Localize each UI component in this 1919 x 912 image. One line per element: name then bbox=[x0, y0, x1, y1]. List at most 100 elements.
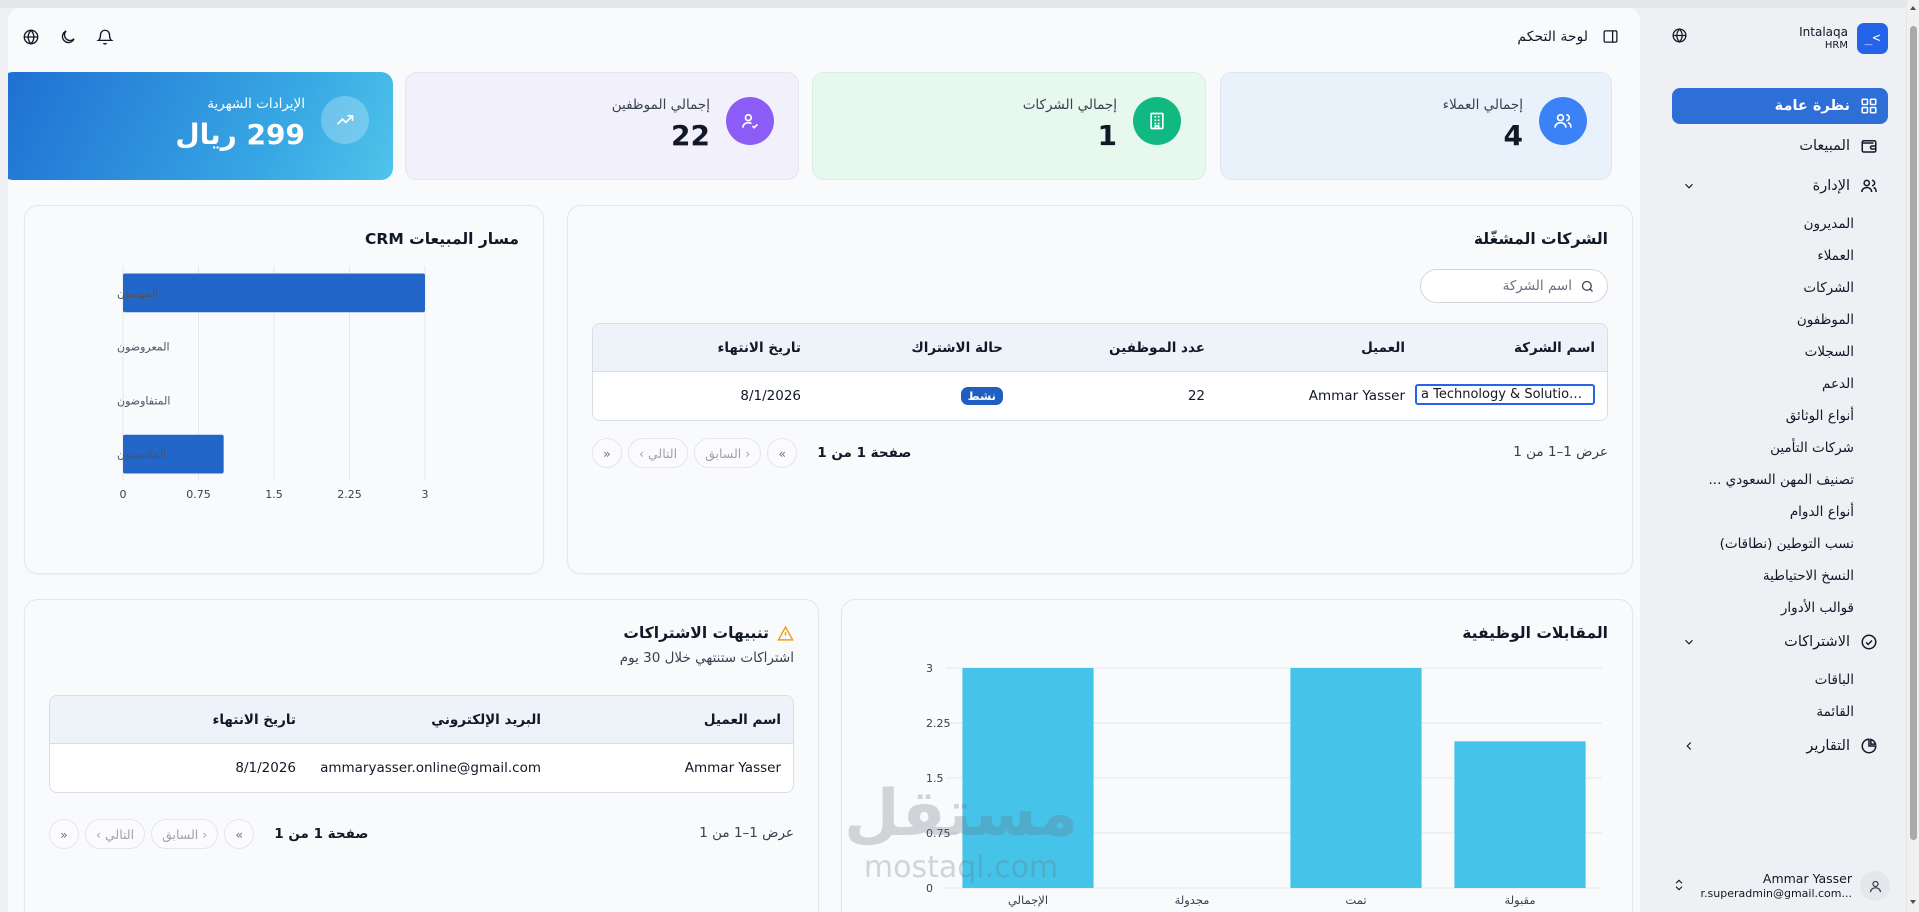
stat-value: 299 ريال bbox=[175, 118, 305, 151]
sidebar-item-work-types[interactable]: أنواع الدوام bbox=[1672, 496, 1888, 528]
chevron-down-icon[interactable] bbox=[1682, 168, 1696, 204]
status-cell: نشط bbox=[813, 387, 1015, 405]
card-title: المقابلات الوظيفية bbox=[1462, 624, 1608, 642]
interviews-bar-chart: 0 0.75 1.5 2.25 3 مقبولة تمت مجدولة الإجمالي bbox=[926, 662, 1602, 908]
chevrons-up-down-icon[interactable] bbox=[1672, 878, 1686, 892]
brand[interactable]: >_ Intalaqa HRM bbox=[1799, 23, 1888, 54]
column-header: حالة الاشتراك bbox=[911, 339, 1003, 356]
sidebar-item-sales[interactable]: المبيعات bbox=[1672, 128, 1888, 164]
x-tick-label: 1.5 bbox=[265, 488, 283, 501]
card-title: الشركات المشغّلة bbox=[1473, 230, 1608, 248]
sidebar-item-admin[interactable]: الإدارة bbox=[1672, 168, 1888, 204]
company-name[interactable]: a Technology & Solutions Co... bbox=[1415, 383, 1595, 405]
sidebar-item-document-types[interactable]: أنواع الوثائق bbox=[1672, 400, 1888, 432]
last-page-button[interactable]: » bbox=[592, 438, 622, 468]
y-tick-label: 2.25 bbox=[926, 717, 951, 730]
subscriptions-submenu: الباقات القائمة bbox=[1672, 664, 1888, 728]
scroll-down-arrow-icon[interactable] bbox=[1910, 900, 1916, 904]
sidebar-item-companies[interactable]: الشركات bbox=[1672, 272, 1888, 304]
prev-page-button[interactable]: السابق › bbox=[151, 819, 219, 849]
stat-label: إجمالي العملاء bbox=[1442, 97, 1523, 113]
globe-icon[interactable] bbox=[1671, 27, 1688, 44]
pagination-range: عرض 1–1 من 1 bbox=[699, 825, 794, 841]
sidebar-item-role-templates[interactable]: قوالب الأدوار bbox=[1672, 592, 1888, 624]
sidebar-item-label: التقارير bbox=[1806, 738, 1850, 754]
sidebar-item-logs[interactable]: السجلات bbox=[1672, 336, 1888, 368]
wallet-icon bbox=[1860, 137, 1878, 155]
sidebar-item-insurance[interactable]: شركات التأمين bbox=[1672, 432, 1888, 464]
sidebar-item-support[interactable]: الدعم bbox=[1672, 368, 1888, 400]
warning-icon bbox=[777, 625, 794, 642]
brand-subtitle: HRM bbox=[1824, 39, 1848, 51]
scroll-up-arrow-icon[interactable] bbox=[1910, 6, 1916, 10]
main-content: لوحة التحكم إجمالي العملاء 4 إجمالي الشر… bbox=[8, 8, 1640, 912]
x-tick-label: 3 bbox=[422, 488, 429, 501]
sidebar-item-clients[interactable]: العملاء bbox=[1672, 240, 1888, 272]
sidebar-item-managers[interactable]: المديرون bbox=[1672, 208, 1888, 240]
pagination: عرض 1–1 من 1 » ‹ التالي السابق › « صفحة 1 … bbox=[592, 438, 1608, 468]
sidebar-item-list[interactable]: القائمة bbox=[1672, 696, 1888, 728]
pagination: عرض 1–1 من 1 » ‹ التالي السابق › « صفحة 1 … bbox=[49, 819, 794, 849]
globe-icon[interactable] bbox=[22, 28, 40, 46]
top-bar: لوحة التحكم bbox=[8, 26, 1640, 56]
table-row[interactable]: Ammar Yasser ammaryasser.online@gmail.co… bbox=[50, 744, 793, 792]
bar[interactable] bbox=[1290, 668, 1422, 888]
column-header: تاريخ الانتهاء bbox=[717, 339, 801, 356]
sidebar-item-backups[interactable]: النسخ الاحتياطية bbox=[1672, 560, 1888, 592]
sidebar-item-employees[interactable]: الموظفون bbox=[1672, 304, 1888, 336]
table-row[interactable]: a Technology & Solutions Co... Ammar Yas… bbox=[593, 372, 1607, 420]
subscription-alerts-card: تنبيهات الاشتراكات اشتراكات ستنتهي خلال … bbox=[24, 599, 819, 912]
card-title-row: تنبيهات الاشتراكات bbox=[623, 624, 794, 642]
sidebar-item-subscriptions[interactable]: الاشتراكات bbox=[1672, 624, 1888, 660]
bar[interactable] bbox=[123, 273, 425, 313]
bar[interactable] bbox=[1454, 741, 1586, 888]
client-cell: Ammar Yasser bbox=[1308, 388, 1405, 404]
bar[interactable] bbox=[962, 668, 1094, 888]
page-info: صفحة 1 من 1 bbox=[817, 445, 912, 461]
user-name: Ammar Yasser bbox=[1762, 870, 1852, 886]
first-page-button[interactable]: « bbox=[224, 819, 255, 849]
sidebar-item-label: الإدارة bbox=[1812, 178, 1850, 194]
x-category-label: تمت bbox=[1345, 893, 1366, 907]
first-page-button[interactable]: « bbox=[767, 438, 798, 468]
active-companies-card: الشركات المشغّلة اسم الشركة اسم الشركة ا… bbox=[567, 205, 1633, 574]
stat-card-revenue: الإيرادات الشهرية 299 ريال bbox=[8, 72, 393, 180]
terminal-logo-icon: >_ bbox=[1857, 23, 1888, 54]
window-top-strip bbox=[0, 0, 1919, 8]
stat-value: 22 bbox=[671, 119, 710, 152]
column-header: اسم الشركة bbox=[1513, 339, 1595, 356]
bell-icon[interactable] bbox=[96, 28, 114, 46]
stat-label: إجمالي الموظفين bbox=[611, 97, 710, 113]
last-page-button[interactable]: » bbox=[49, 819, 79, 849]
sidebar-toggle-icon[interactable] bbox=[1602, 28, 1619, 45]
column-header: العميل bbox=[1361, 339, 1405, 356]
next-page-button[interactable]: ‹ التالي bbox=[628, 438, 689, 468]
prev-page-button[interactable]: السابق › bbox=[694, 438, 762, 468]
search-placeholder: اسم الشركة bbox=[1502, 278, 1572, 294]
user-avatar-icon bbox=[1860, 871, 1890, 901]
chevron-down-icon[interactable] bbox=[1682, 624, 1696, 660]
pie-chart-icon bbox=[1860, 737, 1878, 755]
sidebar-item-plans[interactable]: الباقات bbox=[1672, 664, 1888, 696]
crm-bar-chart: 0 0.75 1.5 2.25 3 المهتمون المعروضون المتفاوضون… bbox=[117, 266, 429, 501]
scrollbar-thumb[interactable] bbox=[1910, 26, 1917, 840]
prev-label: السابق bbox=[162, 826, 199, 842]
stat-label: الإيرادات الشهرية bbox=[207, 96, 305, 112]
user-menu[interactable]: Ammar Yasser r.superadmin@gmail.com... bbox=[1668, 868, 1890, 904]
sidebar-item-reports[interactable]: التقارير bbox=[1672, 728, 1888, 764]
page-scrollbar[interactable] bbox=[1906, 0, 1919, 912]
x-tick-label: 2.25 bbox=[337, 488, 362, 501]
interviews-card: المقابلات الوظيفية 0 0.75 1.5 2.25 3 مقبولة تم… bbox=[841, 599, 1633, 912]
moon-icon[interactable] bbox=[59, 28, 77, 46]
next-page-button[interactable]: ‹ التالي bbox=[85, 819, 146, 849]
users-icon bbox=[1860, 177, 1878, 195]
sidebar-item-overview[interactable]: نظرة عامة bbox=[1672, 88, 1888, 124]
sidebar-item-nitaqat[interactable]: نسب التوطين (نطاقات) bbox=[1672, 528, 1888, 560]
sidebar-item-occupations[interactable]: تصنيف المهن السعودي ... bbox=[1672, 464, 1888, 496]
column-header: تاريخ الانتهاء bbox=[212, 711, 296, 728]
stat-label: إجمالي الشركات bbox=[1022, 97, 1117, 113]
company-search-input[interactable]: اسم الشركة bbox=[1420, 269, 1608, 303]
chevron-left-icon[interactable] bbox=[1682, 728, 1696, 764]
stat-value: 1 bbox=[1097, 119, 1117, 152]
sidebar-nav: نظرة عامة المبيعات الإدارة المديرون العم… bbox=[1672, 88, 1888, 768]
